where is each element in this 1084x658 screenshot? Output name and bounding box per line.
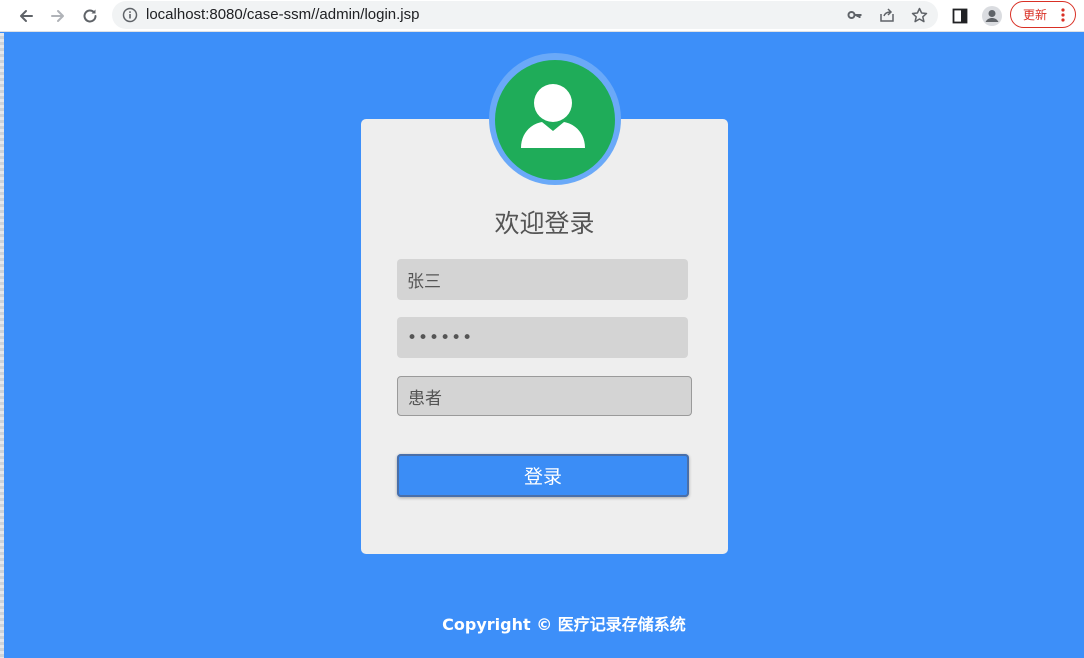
menu-dots-icon[interactable]: [1061, 7, 1065, 23]
key-icon[interactable]: [846, 6, 864, 24]
star-icon[interactable]: [910, 6, 928, 24]
copyright-footer: Copyright © 医疗记录存储系统: [442, 615, 686, 634]
back-icon[interactable]: [14, 4, 38, 28]
role-select[interactable]: 患者: [397, 376, 692, 416]
info-icon[interactable]: [122, 7, 138, 23]
share-icon[interactable]: [878, 6, 896, 24]
login-title: 欢迎登录: [494, 209, 595, 238]
update-button[interactable]: 更新: [1010, 1, 1076, 28]
browser-toolbar: localhost:8080/case-ssm//admin/login.jsp…: [0, 0, 1084, 32]
reload-icon[interactable]: [78, 4, 102, 28]
forward-icon[interactable]: [46, 4, 70, 28]
profile-icon[interactable]: [980, 4, 1004, 28]
url-text[interactable]: localhost:8080/case-ssm//admin/login.jsp: [146, 6, 419, 23]
password-value: ••••••: [407, 327, 474, 348]
password-input[interactable]: ••••••: [397, 317, 688, 358]
role-value: 患者: [408, 388, 442, 409]
username-value: 张三: [407, 272, 441, 292]
side-panel-icon[interactable]: [948, 4, 972, 28]
login-button-label: 登录: [523, 466, 562, 488]
update-label: 更新: [1023, 8, 1048, 22]
login-button[interactable]: 登录: [397, 454, 689, 497]
window-edge: [0, 33, 4, 658]
username-input[interactable]: 张三: [397, 259, 688, 300]
user-avatar-icon: [495, 60, 615, 180]
address-bar[interactable]: localhost:8080/case-ssm//admin/login.jsp: [112, 1, 938, 29]
